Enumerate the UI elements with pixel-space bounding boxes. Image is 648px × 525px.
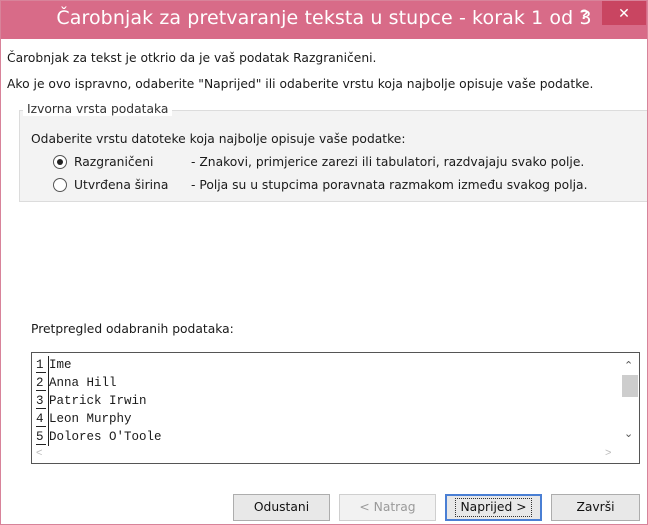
cancel-button[interactable]: Odustani: [233, 494, 330, 521]
intro-detected-text: Čarobnjak za tekst je otkrio da je vaš p…: [7, 51, 377, 65]
delimited-label[interactable]: Razgraničeni: [74, 155, 153, 169]
fixed-width-radio[interactable]: [53, 178, 67, 192]
row-number-underline: [36, 390, 46, 391]
delimited-label-text: Razgraničeni: [74, 155, 154, 169]
preview-label: Pretpregled odabranih podataka:: [31, 322, 234, 336]
source-type-group-label: Izvorna vrsta podataka: [23, 102, 173, 116]
next-button[interactable]: Naprijed >: [445, 494, 542, 521]
delimited-description: - Znakovi, primjerice zarezi ili tabulat…: [191, 155, 585, 169]
vertical-scroll-thumb[interactable]: [622, 375, 638, 397]
scroll-up-icon[interactable]: ⌃: [624, 359, 633, 372]
scroll-right-icon[interactable]: >: [605, 447, 611, 459]
finish-button[interactable]: Završi: [551, 494, 640, 521]
data-preview-box[interactable]: 1 Ime 2 Anna Hill 3 Patrick Irwin 4 Leon…: [31, 352, 640, 464]
scroll-left-icon[interactable]: <: [36, 447, 42, 459]
row-number-underline: [36, 444, 46, 445]
fixed-width-description: - Polja su u stupcima poravnata razmakom…: [191, 178, 588, 192]
text-to-columns-dialog: Čarobnjak za pretvaranje teksta u stupce…: [0, 0, 648, 525]
row-number: 2: [36, 376, 44, 390]
row-text: Anna Hill: [48, 374, 117, 392]
dialog-title: Čarobnjak za pretvaranje teksta u stupce…: [56, 7, 592, 29]
row-text: Patrick Irwin: [48, 392, 147, 410]
file-type-prompt: Odaberite vrstu datoteke koja najbolje o…: [31, 132, 406, 146]
row-number-underline: [36, 426, 46, 427]
row-number-underline: [36, 372, 46, 373]
row-text: Dolores O'Toole: [48, 428, 162, 446]
delimited-radio[interactable]: [53, 155, 67, 169]
next-button-label: Naprijed >: [455, 498, 532, 517]
radio-selected-dot: [57, 159, 63, 165]
preview-horizontal-scrollbar[interactable]: < >: [32, 447, 639, 463]
fixed-width-label[interactable]: Utvrđena širina: [74, 178, 168, 192]
intro-instruction-text: Ako je ovo ispravno, odaberite "Naprijed…: [7, 77, 594, 91]
back-button[interactable]: < Natrag: [339, 494, 436, 521]
row-text: Leon Murphy: [48, 410, 132, 428]
row-number: 3: [36, 394, 44, 408]
close-button[interactable]: ✕: [602, 1, 646, 25]
row-number: 1: [36, 358, 44, 372]
row-number: 5: [36, 430, 44, 444]
help-button[interactable]: ?: [573, 3, 595, 25]
scroll-down-icon[interactable]: ⌄: [624, 427, 633, 440]
row-number-underline: [36, 408, 46, 409]
row-number: 4: [36, 412, 44, 426]
fixed-width-label-text: Utvrđena širina: [74, 178, 169, 192]
preview-vertical-scrollbar[interactable]: ⌃ ⌄: [620, 353, 639, 447]
title-bar[interactable]: Čarobnjak za pretvaranje teksta u stupce…: [1, 1, 647, 39]
row-text: Ime: [48, 356, 72, 374]
